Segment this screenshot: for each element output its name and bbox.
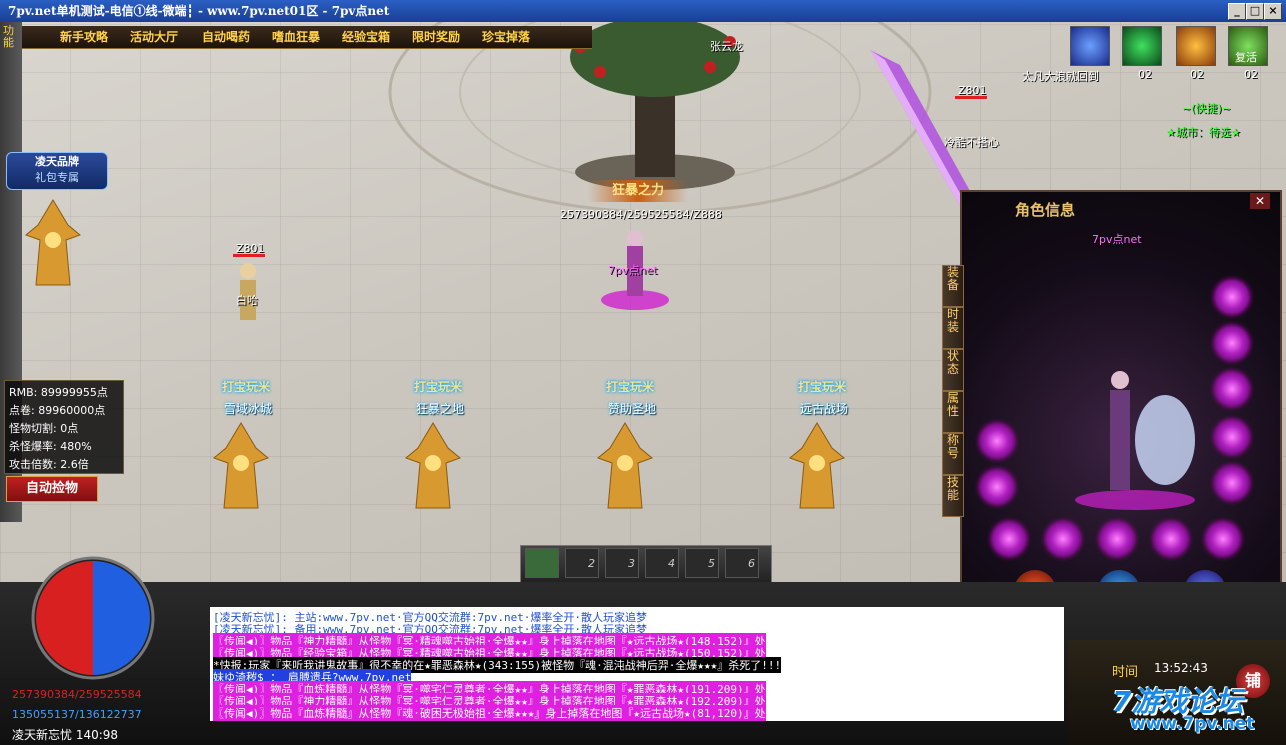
npc-zhangyunlong[interactable]: 张云龙 <box>710 38 743 54</box>
function-label[interactable]: 功能 <box>3 25 19 49</box>
equip-slot-10[interactable] <box>1100 522 1134 556</box>
player-level: 凌天新忘忧 140:98 <box>12 728 119 742</box>
totem-title-4: 打宝玩米 <box>798 380 847 394</box>
brand-badge-line2: 礼包专属 <box>35 171 79 184</box>
hp-text: 257390384/259525584 <box>12 688 142 701</box>
tab-skills[interactable]: 技能 <box>942 475 964 517</box>
equip-slot-12[interactable] <box>1206 522 1240 556</box>
stat-rmb: RMB: 89999955点 <box>9 386 108 399</box>
golden-statue[interactable] <box>18 195 88 290</box>
equip-slot-5[interactable] <box>1215 466 1249 500</box>
char-panel-close-button[interactable]: ✕ <box>1250 193 1270 209</box>
stat-drop-rate: 杀怪爆率: 480% <box>9 440 92 453</box>
close-button[interactable]: × <box>1264 3 1282 20</box>
shield-skill-icon[interactable] <box>1070 26 1110 66</box>
equip-slot-2[interactable] <box>1215 326 1249 360</box>
green-skill-icon[interactable] <box>1122 26 1162 66</box>
window-titlebar: 7pv.net单机测试-电信①线-微端┇ - www.7pv.net01区 - … <box>0 0 1286 22</box>
menu-exp-box[interactable]: 经验宝箱 <box>342 28 390 45</box>
buff-text: 太凡大浪就回到 <box>1022 70 1099 83</box>
character-model <box>1075 371 1195 510</box>
menu-auto-potion[interactable]: 自动喝药 <box>202 28 250 45</box>
city-tag: ★城市：待选★ <box>1166 126 1241 139</box>
skill-count-3: 02 <box>1190 68 1204 81</box>
revive-skill-icon[interactable]: 复活 <box>1228 26 1268 66</box>
hotbar-slot-6[interactable]: 6 <box>725 548 759 578</box>
equip-slot-11[interactable] <box>1154 522 1188 556</box>
equip-slot-1[interactable] <box>1215 280 1249 314</box>
totem-title-3: 打宝玩米 <box>606 380 655 394</box>
tab-title[interactable]: 称号 <box>942 433 964 475</box>
totem-name-3[interactable]: 赞助圣地 <box>608 400 656 417</box>
hotbar-slot-3[interactable]: 3 <box>605 548 639 578</box>
hotbar-slot-5[interactable]: 5 <box>685 548 719 578</box>
auto-pickup-button[interactable]: 自动捡物 <box>6 476 98 502</box>
time-label: 时间 <box>1112 665 1139 680</box>
revive-label: 复活 <box>1235 51 1257 64</box>
equip-slot-7[interactable] <box>980 470 1014 504</box>
stat-cut: 怪物切割: 0点 <box>9 422 79 435</box>
tab-equipment[interactable]: 装备 <box>942 265 964 307</box>
totem-name-2[interactable]: 狂暴之地 <box>416 400 464 417</box>
equip-slot-4[interactable] <box>1215 420 1249 454</box>
stat-points: 点卷: 89960000点 <box>9 404 106 417</box>
stats-box: RMB: 89999955点 点卷: 89960000点 怪物切割: 0点 杀怪… <box>4 380 124 474</box>
hotbar-slot-1[interactable] <box>525 548 559 578</box>
totem-name-4[interactable]: 远古战场 <box>800 400 848 417</box>
skill-count-2: 02 <box>1138 68 1152 81</box>
char-panel-title: 角色信息 <box>1015 201 1076 219</box>
equip-slot-6[interactable] <box>980 424 1014 458</box>
window-title: 7pv.net单机测试-电信①线-微端┇ - www.7pv.net01区 - … <box>8 4 390 18</box>
tab-status[interactable]: 状态 <box>942 349 964 391</box>
totem-name-1[interactable]: 雪域冰城 <box>224 400 272 417</box>
hotbar-slot-4[interactable]: 4 <box>645 548 679 578</box>
fire-skill-icon[interactable] <box>1176 26 1216 66</box>
brand-badge[interactable]: 凌天品牌 礼包专属 <box>6 152 108 190</box>
skill-count-4: 02 <box>1244 68 1258 81</box>
menu-newbie-guide[interactable]: 新手攻略 <box>60 28 108 45</box>
totem-title-1: 打宝玩米 <box>222 380 271 394</box>
chat-line-9: 〖传闻◀)〗物品『血炼精髓』从怪物『魂·破困无极始祖·全爆★★★』身上掉落在地图… <box>213 705 766 721</box>
equip-slot-8[interactable] <box>992 522 1026 556</box>
totem-statue-1[interactable] <box>206 418 276 513</box>
player-title-banner: 狂暴之力 <box>588 180 688 202</box>
time-value: 13:52:43 <box>1154 661 1208 675</box>
mp-text: 135055137/136122737 <box>12 708 142 721</box>
npc-name-left: 白哈 <box>236 294 258 307</box>
stat-attack: 攻击倍数: 2.6倍 <box>9 458 89 471</box>
equip-slot-3[interactable] <box>1215 372 1249 406</box>
maximize-button[interactable]: □ <box>1246 3 1264 20</box>
totem-statue-4[interactable] <box>782 418 852 513</box>
tab-fashion[interactable]: 时装 <box>942 307 964 349</box>
menu-berserk[interactable]: 嗜血狂暴 <box>272 28 320 45</box>
char-panel-player-name: 7pv点net <box>1092 233 1142 246</box>
skill-hotbar: 2 3 4 5 6 <box>520 545 772 583</box>
menu-activity-hall[interactable]: 活动大厅 <box>130 28 178 45</box>
menu-treasure-drop[interactable]: 珍宝掉落 <box>482 28 530 45</box>
equip-slot-9[interactable] <box>1046 522 1080 556</box>
tab-attributes[interactable]: 属性 <box>942 391 964 433</box>
brand-badge-line1: 凌天品牌 <box>35 155 79 168</box>
site-logo-url: www.7pv.net <box>1130 714 1255 734</box>
minimize-button[interactable]: _ <box>1228 3 1246 20</box>
quick-tag: ~(快捷)~ <box>1182 102 1232 115</box>
totem-statue-2[interactable] <box>398 418 468 513</box>
npc-figure-left[interactable] <box>228 256 268 326</box>
hotbar-slot-2[interactable]: 2 <box>565 548 599 578</box>
hp-mp-orb <box>31 556 155 680</box>
menu-timed-reward[interactable]: 限时奖励 <box>412 28 460 45</box>
player-name: 7pv点net <box>608 264 658 277</box>
totem-statue-3[interactable] <box>590 418 660 513</box>
totem-title-2: 打宝玩米 <box>414 380 463 394</box>
